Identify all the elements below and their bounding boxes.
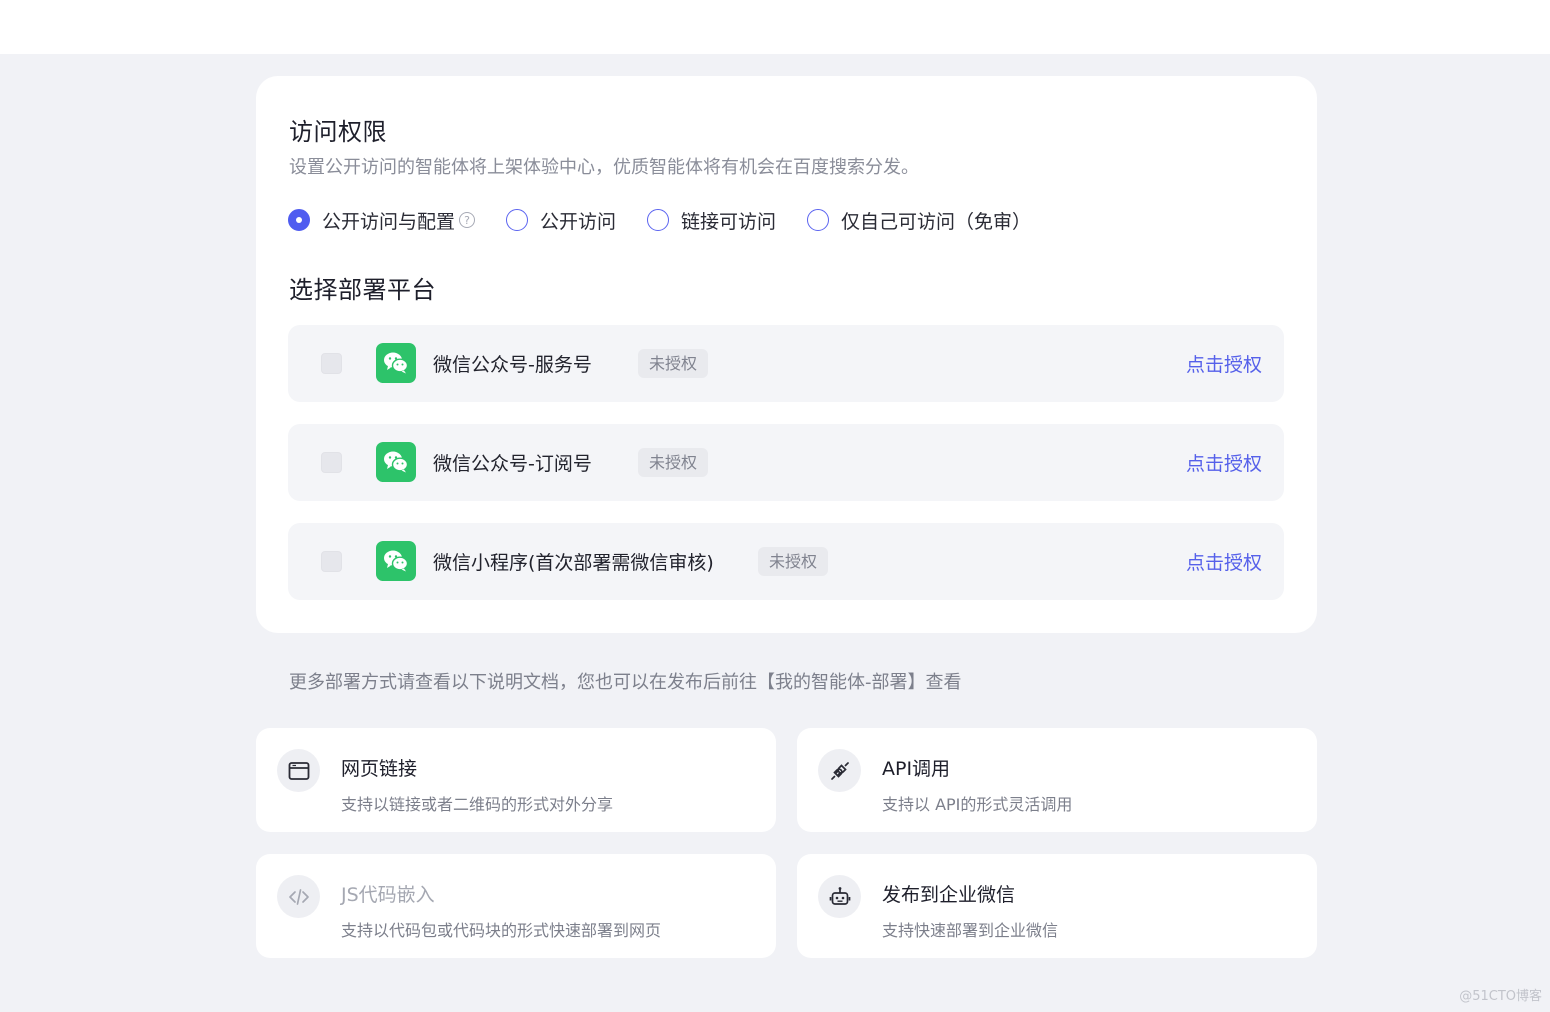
- radio-unchecked-icon: [647, 209, 670, 231]
- platform-name: 微信小程序(首次部署需微信审核): [433, 552, 714, 574]
- radio-label: 链接可访问: [681, 210, 777, 233]
- platform-name: 微信公众号-服务号: [433, 354, 592, 376]
- deploy-card-title: 发布到企业微信: [882, 884, 1016, 906]
- platform-name: 微信公众号-订阅号: [433, 453, 592, 475]
- radio-private[interactable]: 仅自己可访问（免审）: [807, 207, 1031, 234]
- deploy-card-title: 网页链接: [341, 758, 418, 780]
- more-deploy-text: 更多部署方式请查看以下说明文档，您也可以在发布后前往【我的智能体-部署】查看: [289, 672, 962, 693]
- settings-card: 访问权限 设置公开访问的智能体将上架体验中心，优质智能体将有机会在百度搜索分发。…: [256, 76, 1317, 633]
- authorize-link[interactable]: 点击授权: [1186, 449, 1262, 476]
- deploy-card-desc: 支持以代码包或代码块的形式快速部署到网页: [341, 921, 662, 940]
- status-badge: 未授权: [638, 349, 709, 378]
- radio-label: 仅自己可访问（免审）: [841, 210, 1032, 233]
- wechat-icon: [376, 541, 416, 581]
- platform-checkbox[interactable]: [321, 551, 342, 572]
- radio-checked-icon: [288, 209, 310, 231]
- authorize-link[interactable]: 点击授权: [1186, 548, 1262, 575]
- radio-label: 公开访问: [540, 210, 617, 233]
- deploy-card-web-link[interactable]: 网页链接 支持以链接或者二维码的形式对外分享: [256, 728, 776, 832]
- wechat-icon: [376, 442, 416, 482]
- radio-unchecked-icon: [807, 209, 830, 231]
- code-icon: [277, 875, 320, 918]
- access-radio-group: 公开访问与配置 ? 公开访问 链接可访问 仅自己可访问（免审）: [288, 207, 1062, 233]
- deploy-card-desc: 支持快速部署到企业微信: [882, 921, 1059, 940]
- platform-row: 微信小程序(首次部署需微信审核) 未授权 点击授权: [288, 523, 1284, 600]
- deploy-card-js-embed[interactable]: JS代码嵌入 支持以代码包或代码块的形式快速部署到网页: [256, 854, 776, 958]
- status-badge: 未授权: [638, 448, 709, 477]
- wechat-icon: [376, 343, 416, 383]
- radio-public-config[interactable]: 公开访问与配置 ?: [288, 207, 476, 234]
- watermark: @51CTO博客: [1459, 989, 1542, 1004]
- platforms-title: 选择部署平台: [289, 276, 436, 304]
- platform-checkbox[interactable]: [321, 353, 342, 374]
- platform-row: 微信公众号-服务号 未授权 点击授权: [288, 325, 1284, 402]
- plug-icon: [818, 749, 861, 792]
- deploy-card-title: API调用: [882, 758, 951, 780]
- deploy-card-desc: 支持以链接或者二维码的形式对外分享: [341, 795, 614, 814]
- deploy-card-api[interactable]: API调用 支持以 API的形式灵活调用: [797, 728, 1317, 832]
- top-bar: [0, 0, 1550, 54]
- radio-unchecked-icon: [506, 209, 529, 231]
- radio-link-access[interactable]: 链接可访问: [647, 207, 776, 234]
- browser-icon: [277, 749, 320, 792]
- status-badge: 未授权: [758, 547, 829, 576]
- platform-checkbox[interactable]: [321, 452, 342, 473]
- platform-row: 微信公众号-订阅号 未授权 点击授权: [288, 424, 1284, 501]
- deploy-card-wecom[interactable]: 发布到企业微信 支持快速部署到企业微信: [797, 854, 1317, 958]
- authorize-link[interactable]: 点击授权: [1186, 350, 1262, 377]
- access-description: 设置公开访问的智能体将上架体验中心，优质智能体将有机会在百度搜索分发。: [289, 157, 919, 178]
- access-title: 访问权限: [289, 118, 387, 146]
- deploy-card-title: JS代码嵌入: [341, 884, 435, 906]
- help-icon[interactable]: ?: [459, 212, 476, 228]
- radio-public[interactable]: 公开访问: [506, 207, 616, 234]
- radio-label: 公开访问与配置: [322, 210, 456, 233]
- deploy-card-desc: 支持以 API的形式灵活调用: [882, 795, 1073, 814]
- robot-icon: [818, 875, 861, 918]
